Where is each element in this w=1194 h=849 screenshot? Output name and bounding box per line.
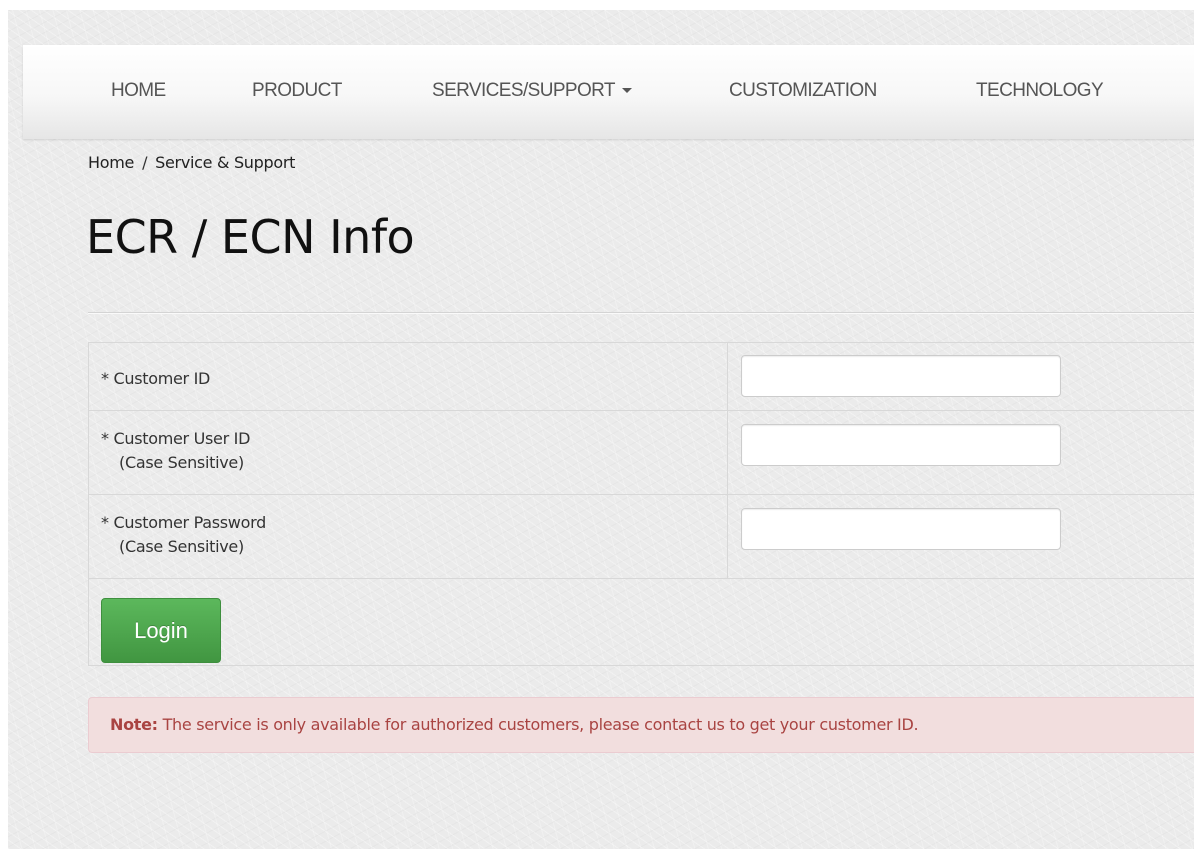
page-background: HOME PRODUCT SERVICES/SUPPORT CUSTOMIZAT… bbox=[8, 10, 1194, 849]
note-text: The service is only available for author… bbox=[157, 715, 919, 734]
login-button[interactable]: Login bbox=[101, 598, 221, 663]
top-navbar: HOME PRODUCT SERVICES/SUPPORT CUSTOMIZAT… bbox=[23, 45, 1194, 139]
title-divider bbox=[88, 312, 1194, 314]
nav-customization[interactable]: CUSTOMIZATION bbox=[729, 45, 877, 139]
customer-id-input[interactable] bbox=[741, 355, 1061, 397]
case-sensitive-note: (Case Sensitive) bbox=[119, 453, 244, 472]
customer-user-id-row: * Customer User ID (Case Sensitive) bbox=[89, 411, 1194, 495]
nav-services-support[interactable]: SERVICES/SUPPORT bbox=[432, 45, 632, 139]
customer-id-row: * Customer ID bbox=[89, 343, 1194, 411]
note-label: Note: bbox=[110, 715, 158, 734]
case-sensitive-note: (Case Sensitive) bbox=[119, 537, 244, 556]
customer-password-row: * Customer Password (Case Sensitive) bbox=[89, 495, 1194, 579]
customer-user-id-label: * Customer User ID (Case Sensitive) bbox=[101, 427, 250, 475]
page-title: ECR / ECN Info bbox=[86, 210, 415, 264]
authorization-note-alert: Note: The service is only available for … bbox=[88, 697, 1194, 753]
login-form-table: * Customer ID * Customer User ID (Case S… bbox=[88, 342, 1194, 666]
customer-user-id-label-text: * Customer User ID bbox=[101, 429, 251, 448]
breadcrumb-home-link[interactable]: Home bbox=[88, 153, 134, 172]
breadcrumb: Home / Service & Support bbox=[88, 153, 295, 172]
caret-down-icon bbox=[621, 88, 632, 94]
nav-product[interactable]: PRODUCT bbox=[252, 45, 342, 139]
breadcrumb-separator: / bbox=[142, 153, 148, 172]
customer-password-input[interactable] bbox=[741, 508, 1061, 550]
nav-services-support-label: SERVICES/SUPPORT bbox=[432, 80, 616, 101]
column-divider bbox=[727, 495, 728, 578]
column-divider bbox=[727, 411, 728, 494]
customer-password-label: * Customer Password (Case Sensitive) bbox=[101, 511, 266, 559]
nav-technology[interactable]: TECHNOLOGY bbox=[976, 45, 1104, 139]
breadcrumb-current: Service & Support bbox=[155, 153, 296, 172]
customer-id-label: * Customer ID bbox=[101, 369, 211, 388]
customer-password-label-text: * Customer Password bbox=[101, 513, 266, 532]
column-divider bbox=[727, 343, 728, 410]
nav-home[interactable]: HOME bbox=[111, 45, 166, 139]
customer-user-id-input[interactable] bbox=[741, 424, 1061, 466]
